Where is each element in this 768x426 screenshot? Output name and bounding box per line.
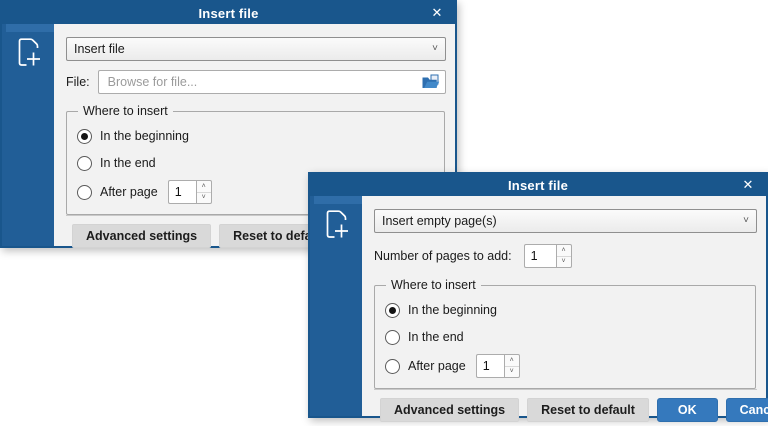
radio-icon <box>385 303 400 318</box>
file-input-box <box>98 70 446 94</box>
group-label: Where to insert <box>78 104 173 118</box>
insert-type-dropdown[interactable]: Insert empty page(s) ˅ <box>374 209 757 233</box>
radio-in-the-end[interactable]: In the end <box>77 153 434 173</box>
chevron-down-icon: ˅ <box>432 44 438 54</box>
cancel-button[interactable]: Cancel <box>726 398 768 422</box>
sidebar <box>2 24 54 246</box>
after-page-spinner: ˄ ˅ <box>168 180 212 204</box>
spin-down-icon[interactable]: ˅ <box>505 367 519 378</box>
dialog-title: Insert file <box>508 178 568 193</box>
close-icon[interactable]: ✕ <box>429 2 445 24</box>
sidebar <box>310 196 362 416</box>
spin-up-icon[interactable]: ˄ <box>557 245 571 257</box>
close-icon[interactable]: ✕ <box>740 174 756 196</box>
sidebar-highlight <box>6 24 54 32</box>
radio-icon <box>77 156 92 171</box>
radio-label: In the end <box>408 330 464 344</box>
reset-to-default-button[interactable]: Reset to default <box>527 398 649 422</box>
radio-after-page[interactable]: After page ˄ ˅ <box>385 354 745 378</box>
titlebar[interactable]: Insert file ✕ <box>2 2 455 24</box>
file-label: File: <box>66 75 90 89</box>
insert-file-dialog-front: Insert file ✕ Insert empty page(s) ˅ Num… <box>308 172 768 418</box>
radio-label: After page <box>408 359 466 373</box>
spin-arrows: ˄ ˅ <box>556 244 572 268</box>
spin-up-icon[interactable]: ˄ <box>197 181 211 193</box>
radio-icon <box>77 185 92 200</box>
radio-in-the-beginning[interactable]: In the beginning <box>77 126 434 146</box>
dialog-content: Insert empty page(s) ˅ Number of pages t… <box>362 196 766 416</box>
radio-label: In the beginning <box>100 129 189 143</box>
radio-icon <box>77 129 92 144</box>
number-of-pages-row: Number of pages to add: ˄ ˅ <box>374 244 757 268</box>
radio-label: In the beginning <box>408 303 497 317</box>
radio-in-the-beginning[interactable]: In the beginning <box>385 300 745 320</box>
dropdown-value: Insert empty page(s) <box>382 214 497 228</box>
insert-file-icon <box>321 207 351 241</box>
spin-down-icon[interactable]: ˅ <box>197 193 211 204</box>
dialog-title: Insert file <box>199 6 259 21</box>
dropdown-value: Insert file <box>74 42 125 56</box>
number-of-pages-spinner: ˄ ˅ <box>524 244 572 268</box>
file-input[interactable] <box>106 74 421 90</box>
number-of-pages-label: Number of pages to add: <box>374 249 512 263</box>
spin-down-icon[interactable]: ˅ <box>557 257 571 268</box>
spin-up-icon[interactable]: ˄ <box>505 355 519 367</box>
advanced-settings-button[interactable]: Advanced settings <box>72 224 211 248</box>
insert-file-icon <box>13 35 43 69</box>
ok-button[interactable]: OK <box>657 398 718 422</box>
chevron-down-icon: ˅ <box>743 216 749 226</box>
button-row: Advanced settings Reset to default OK Ca… <box>374 389 757 426</box>
sidebar-highlight <box>314 196 362 204</box>
spin-arrows: ˄ ˅ <box>196 180 212 204</box>
radio-icon <box>385 330 400 345</box>
insert-type-dropdown[interactable]: Insert file ˅ <box>66 37 446 61</box>
radio-label: In the end <box>100 156 156 170</box>
where-to-insert-group: Where to insert In the beginning In the … <box>374 278 756 389</box>
browse-file-icon[interactable] <box>421 74 440 90</box>
dialog-body: Insert empty page(s) ˅ Number of pages t… <box>310 196 766 416</box>
radio-label: After page <box>100 185 158 199</box>
radio-icon <box>385 359 400 374</box>
advanced-settings-button[interactable]: Advanced settings <box>380 398 519 422</box>
file-row: File: <box>66 70 446 94</box>
number-of-pages-input[interactable] <box>524 244 556 268</box>
after-page-input[interactable] <box>476 354 504 378</box>
radio-in-the-end[interactable]: In the end <box>385 327 745 347</box>
after-page-spinner: ˄ ˅ <box>476 354 520 378</box>
group-label: Where to insert <box>386 278 481 292</box>
spin-arrows: ˄ ˅ <box>504 354 520 378</box>
titlebar[interactable]: Insert file ✕ <box>310 174 766 196</box>
after-page-input[interactable] <box>168 180 196 204</box>
